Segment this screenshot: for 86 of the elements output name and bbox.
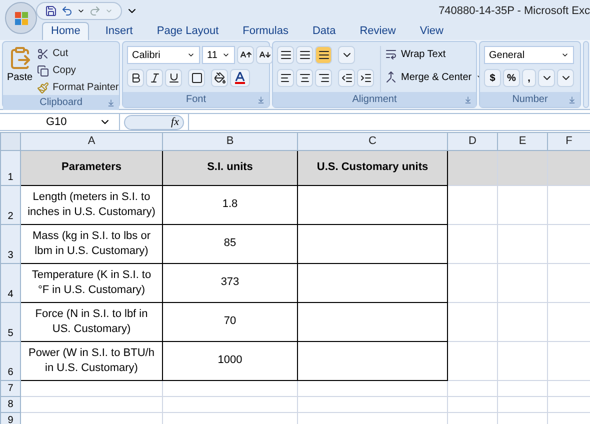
number-format-field[interactable]: General bbox=[484, 46, 574, 64]
group-label: Alignment bbox=[352, 93, 397, 107]
table-cell-text: 373 bbox=[220, 276, 240, 288]
table-cell-text: Mass (kg in S.I. to lbs or lbm in U.S. Customary) bbox=[32, 230, 150, 256]
group-label: Font bbox=[186, 93, 206, 107]
fill-color-icon[interactable] bbox=[211, 69, 228, 87]
table-cell-text: 85 bbox=[224, 237, 236, 249]
table-cell-text: 1000 bbox=[218, 354, 242, 366]
undo-icon[interactable] bbox=[61, 5, 73, 17]
table-cell-text: S.I. units bbox=[207, 161, 253, 173]
ribbon-tab[interactable]: Page Layout bbox=[148, 22, 227, 40]
font-size-field[interactable]: 11 bbox=[202, 46, 235, 64]
decrease-indent-icon[interactable] bbox=[338, 69, 355, 87]
table-cell-text: 70 bbox=[224, 315, 236, 327]
column-header[interactable]: E bbox=[498, 132, 548, 150]
column-header[interactable]: B bbox=[162, 132, 298, 150]
table-cell-text: Power (W in S.I. to BTU/h in U.S. Customary) bbox=[28, 346, 154, 374]
ribbon-tab[interactable]: Data bbox=[304, 22, 344, 40]
save-icon[interactable] bbox=[45, 5, 57, 17]
column-header[interactable]: A bbox=[20, 132, 162, 150]
dropdown-icon bbox=[187, 51, 195, 59]
percent-button[interactable]: % bbox=[503, 69, 520, 87]
dialog-launcher-icon[interactable] bbox=[464, 96, 472, 104]
merge-icon bbox=[385, 71, 397, 83]
row-header[interactable]: 2 bbox=[0, 185, 20, 224]
table-cell-text: Length (meters in S.I. to inches in U.S. Customary) bbox=[28, 190, 156, 218]
column-header[interactable]: D bbox=[448, 132, 498, 150]
window-title: 740880-14-35P - Microsoft Exc bbox=[438, 4, 590, 19]
font-color-icon[interactable] bbox=[230, 69, 250, 87]
row-header[interactable]: 8 bbox=[0, 396, 20, 412]
dropdown-icon bbox=[222, 51, 230, 59]
office-button[interactable] bbox=[5, 2, 37, 34]
row-header[interactable]: 4 bbox=[0, 263, 20, 302]
paste-button[interactable]: Paste bbox=[7, 46, 33, 95]
copy-button[interactable]: Copy bbox=[36, 63, 119, 78]
scissors-icon bbox=[36, 48, 49, 60]
dialog-launcher-icon[interactable] bbox=[107, 98, 115, 106]
grow-font-icon[interactable] bbox=[237, 46, 254, 64]
dropdown-icon[interactable] bbox=[77, 7, 85, 15]
dropdown-icon bbox=[561, 51, 569, 59]
currency-button[interactable]: $ bbox=[484, 69, 501, 87]
row-header[interactable]: 6 bbox=[0, 341, 20, 380]
format-painter-button[interactable]: Format Painter bbox=[36, 80, 119, 95]
table-cell-text: Force (N in S.I. to lbf in US. Customary) bbox=[35, 308, 148, 334]
table-cell-text: Parameters bbox=[62, 161, 122, 173]
row-header[interactable]: 9 bbox=[0, 412, 20, 424]
cut-button[interactable]: Cut bbox=[36, 46, 119, 61]
group-label: Number bbox=[512, 93, 548, 107]
table-cell-text: U.S. Customary units bbox=[316, 161, 428, 173]
bold-icon[interactable] bbox=[127, 69, 144, 87]
shrink-font-icon[interactable] bbox=[256, 46, 273, 64]
comma-button[interactable]: , bbox=[522, 69, 536, 87]
increase-indent-icon[interactable] bbox=[357, 69, 374, 87]
copy-icon bbox=[36, 64, 49, 76]
ribbon-tab[interactable]: Home bbox=[42, 22, 90, 40]
row-header[interactable]: 7 bbox=[0, 380, 20, 396]
wrap-text-button[interactable]: Wrap Text bbox=[385, 46, 446, 62]
ribbon-tab[interactable]: View bbox=[412, 22, 452, 40]
column-header[interactable]: F bbox=[548, 132, 590, 150]
dialog-launcher-icon[interactable] bbox=[568, 96, 576, 104]
align-top-icon[interactable] bbox=[277, 46, 294, 64]
column-header[interactable]: C bbox=[298, 132, 448, 150]
wrap-text-icon bbox=[385, 48, 397, 60]
ribbon-tab[interactable]: Formulas bbox=[234, 22, 296, 40]
border-icon[interactable] bbox=[188, 69, 205, 87]
align-bottom-icon[interactable] bbox=[315, 46, 332, 64]
align-center-icon[interactable] bbox=[296, 69, 313, 87]
ribbon-tab[interactable]: Insert bbox=[97, 22, 141, 40]
font-family-field[interactable]: Calibri bbox=[127, 46, 200, 64]
row-header[interactable]: 5 bbox=[0, 302, 20, 341]
align-left-icon[interactable] bbox=[277, 69, 294, 87]
paintbrush-icon bbox=[36, 82, 49, 94]
table-cell-text: 1.8 bbox=[222, 198, 238, 210]
group-label: Clipboard bbox=[40, 96, 82, 110]
table-cell-text: Temperature (K in S.I. to °F in U.S. Customary) bbox=[32, 268, 152, 296]
align-middle-icon[interactable] bbox=[296, 46, 313, 64]
italic-icon[interactable] bbox=[146, 69, 163, 87]
name-box[interactable]: G10 bbox=[0, 114, 120, 130]
underline-icon[interactable] bbox=[165, 69, 182, 87]
ribbon-tab[interactable]: Review bbox=[352, 22, 404, 40]
merge-center-button[interactable]: Merge & Center bbox=[385, 69, 484, 85]
dialog-launcher-icon[interactable] bbox=[257, 96, 265, 104]
row-header[interactable]: 1 bbox=[0, 150, 20, 185]
row-header[interactable]: 3 bbox=[0, 224, 20, 263]
align-right-icon[interactable] bbox=[315, 69, 332, 87]
function-button[interactable]: fx bbox=[171, 114, 179, 130]
